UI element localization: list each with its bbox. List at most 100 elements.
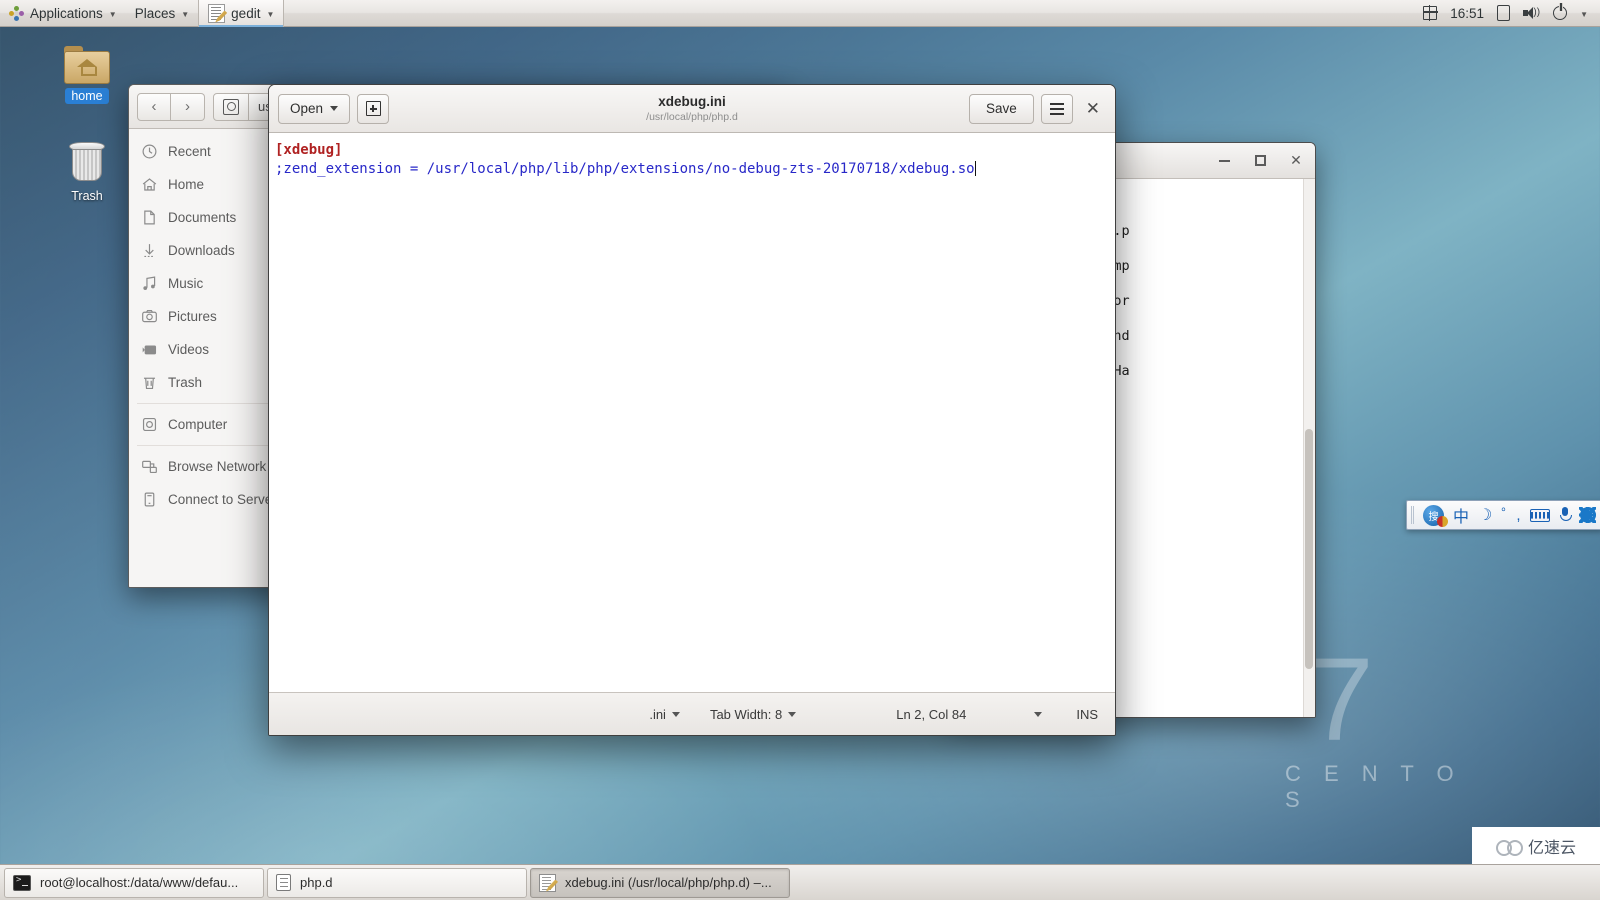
sidebar-item-computer[interactable]: Computer: [129, 408, 278, 441]
chinese-mode-icon[interactable]: 中: [1453, 503, 1469, 527]
breadcrumb-root[interactable]: [213, 92, 249, 121]
terminal-scrollbar[interactable]: [1303, 179, 1315, 717]
sidebar-item-pictures[interactable]: Pictures: [129, 300, 278, 333]
page-subtitle: /usr/local/php/php.d: [646, 111, 738, 123]
sidebar-item-documents[interactable]: Documents: [129, 201, 278, 234]
punctuation-icon[interactable]: ゜,: [1501, 504, 1520, 525]
gear-icon[interactable]: [1579, 506, 1596, 524]
terminal-scrollbar-thumb[interactable]: [1305, 429, 1313, 669]
sidebar-item-home[interactable]: Home: [129, 168, 278, 201]
folder-icon: [276, 874, 291, 891]
taskbar-item-phpd[interactable]: php.d: [267, 867, 527, 898]
document-icon: [141, 209, 158, 226]
sidebar-item-recent[interactable]: Recent: [129, 135, 278, 168]
sidebar-item-label: Computer: [168, 417, 228, 432]
applications-menu[interactable]: Applications ▼: [0, 0, 126, 27]
sidebar-item-label: Browse Network: [168, 459, 267, 474]
sidebar-item-connect-to-server[interactable]: Connect to Server: [129, 483, 278, 516]
chevron-down-icon: ▼: [266, 9, 275, 19]
cloud-icon: [1495, 838, 1523, 856]
sogou-logo-icon[interactable]: 搜: [1423, 504, 1448, 527]
chevron-down-icon[interactable]: ▼: [1580, 10, 1588, 19]
desktop-icon-trash[interactable]: Trash: [44, 140, 130, 204]
sidebar-item-downloads[interactable]: Downloads: [129, 234, 278, 267]
applications-menu-label: Applications: [30, 5, 103, 21]
chevron-down-icon: [788, 712, 797, 717]
taskbar-item-label: xdebug.ini (/usr/local/php/php.d) –...: [565, 875, 772, 890]
file-manager-sidebar: Recent Home Documents Downloads Music Pi: [129, 129, 279, 587]
code-line: [xdebug]: [275, 142, 343, 158]
calendar-icon[interactable]: [1422, 5, 1438, 21]
new-tab-button[interactable]: [357, 93, 390, 124]
active-app-menu-gedit[interactable]: gedit ▼: [198, 0, 285, 27]
volume-icon[interactable]: )): [1523, 6, 1540, 20]
maximize-icon: [1254, 155, 1266, 166]
gnome-logo-icon: [9, 5, 24, 21]
half-moon-icon[interactable]: ☽: [1478, 505, 1492, 525]
code-line-wrap: ;zend_extension = /usr/local/php/lib/php…: [275, 160, 1109, 179]
sidebar-item-trash[interactable]: Trash: [129, 366, 278, 399]
clock[interactable]: 16:51: [1450, 6, 1484, 21]
minimize-icon: [1218, 159, 1230, 162]
gedit-text-area[interactable]: [xdebug] ;zend_extension = /usr/local/ph…: [269, 133, 1115, 692]
gedit-icon: [208, 3, 226, 23]
places-menu-label: Places: [134, 5, 176, 21]
tab-width-label: Tab Width: 8: [709, 707, 783, 722]
taskbar: root@localhost:/data/www/defau... php.d …: [0, 864, 1600, 900]
home-icon: [141, 176, 158, 193]
terminal-minimize-button[interactable]: [1213, 150, 1235, 172]
sidebar-item-label: Trash: [168, 375, 203, 390]
tab-width-selector[interactable]: Tab Width: 8: [709, 707, 797, 722]
taskbar-item-gedit[interactable]: xdebug.ini (/usr/local/php/php.d) –...: [530, 867, 790, 898]
sidebar-item-music[interactable]: Music: [129, 267, 278, 300]
power-icon[interactable]: [1553, 3, 1568, 20]
camera-icon: [141, 308, 158, 325]
terminal-maximize-button[interactable]: [1249, 150, 1271, 172]
language-selector[interactable]: .ini: [649, 707, 680, 722]
trash-icon: [67, 140, 107, 184]
desktop-icon-label: Trash: [71, 189, 103, 203]
places-menu[interactable]: Places ▼: [126, 0, 198, 27]
keyboard-icon[interactable]: [1529, 508, 1550, 522]
open-button[interactable]: Open: [278, 93, 351, 124]
close-button[interactable]: ✕: [1080, 100, 1106, 117]
new-tab-icon: [365, 101, 381, 116]
ime-drag-handle[interactable]: [1411, 506, 1414, 524]
sidebar-item-label: Connect to Server: [168, 492, 277, 507]
terminal-icon: [13, 874, 31, 891]
terminal-close-button[interactable]: ✕: [1285, 150, 1307, 172]
clock-icon: [141, 143, 158, 160]
sidebar-divider: [137, 403, 270, 404]
sidebar-item-label: Documents: [168, 210, 237, 225]
sidebar-item-videos[interactable]: Videos: [129, 333, 278, 366]
gedit-statusbar: .ini Tab Width: 8 Ln 2, Col 84 INS: [269, 692, 1115, 735]
sidebar-divider: [137, 445, 270, 446]
document-icon[interactable]: [1497, 5, 1511, 21]
home-folder-icon: [64, 46, 110, 84]
download-icon: [141, 242, 158, 259]
gedit-window: Open xdebug.ini /usr/local/php/php.d Sav…: [268, 84, 1116, 736]
music-note-icon: [141, 275, 158, 292]
sidebar-item-label: Home: [168, 177, 205, 192]
insert-mode-indicator: INS: [1076, 707, 1098, 722]
centos-wordmark: C E N T O S: [1285, 761, 1463, 812]
desktop-icon-home[interactable]: home: [44, 46, 130, 104]
forward-button[interactable]: ›: [171, 92, 205, 121]
cursor-position: Ln 2, Col 84: [896, 707, 967, 722]
save-button[interactable]: Save: [968, 93, 1034, 124]
taskbar-item-terminal[interactable]: root@localhost:/data/www/defau...: [4, 867, 264, 898]
chevron-down-icon: ▼: [181, 9, 190, 19]
site-watermark: 亿速云: [1472, 827, 1600, 864]
hamburger-menu-icon: [1049, 102, 1064, 115]
sidebar-item-browse-network[interactable]: Browse Network: [129, 450, 278, 483]
microphone-icon[interactable]: [1559, 507, 1572, 523]
active-app-label: gedit: [231, 5, 261, 21]
back-button[interactable]: ‹: [137, 92, 171, 121]
close-icon: ✕: [1290, 152, 1302, 168]
statusbar-extra-menu[interactable]: [1034, 712, 1043, 717]
panel-status-area: 16:51 )) ▼: [1422, 3, 1600, 21]
menu-button[interactable]: [1040, 93, 1073, 124]
chevron-down-icon: [330, 106, 339, 111]
taskbar-item-label: root@localhost:/data/www/defau...: [40, 875, 239, 890]
ime-toolbar: 搜 中 ☽ ゜,: [1406, 500, 1600, 530]
